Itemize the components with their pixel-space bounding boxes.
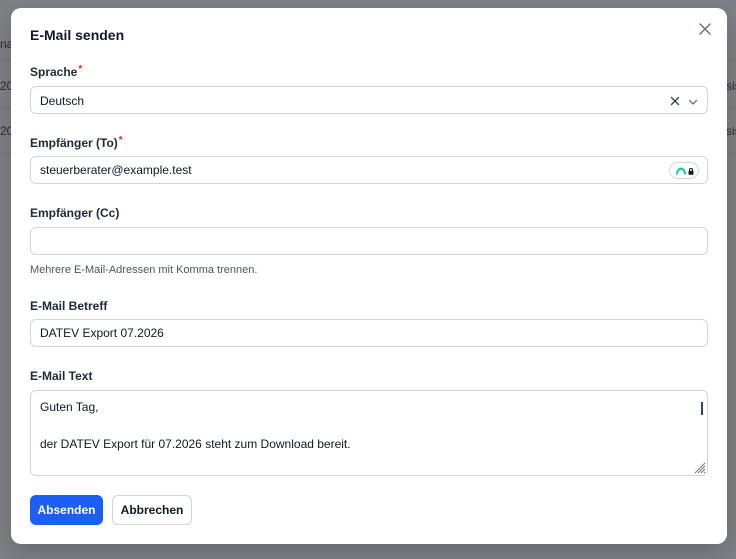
cc-hint: Mehrere E-Mail-Adressen mit Komma trenne… xyxy=(30,264,258,276)
language-label-text: Sprache xyxy=(30,65,78,79)
close-button[interactable] xyxy=(697,21,713,37)
send-button[interactable]: Absenden xyxy=(30,495,103,525)
clear-icon xyxy=(670,96,680,106)
subject-label: E-Mail Betreff xyxy=(30,299,108,313)
textarea-scrollbar[interactable] xyxy=(701,402,703,415)
required-marker: * xyxy=(78,64,83,75)
subject-field[interactable] xyxy=(30,319,708,347)
cc-input[interactable] xyxy=(31,228,707,254)
background-cell-fragment: sis xyxy=(726,79,736,93)
password-manager-button[interactable] xyxy=(669,162,699,179)
to-label: Empfänger (To)* xyxy=(30,135,123,150)
body-line: Guten Tag, xyxy=(40,400,99,414)
close-icon xyxy=(699,23,711,35)
clear-language-button[interactable] xyxy=(669,94,681,106)
body-textarea[interactable]: Guten Tag, der DATEV Export für 07.2026 … xyxy=(30,390,708,476)
cc-label: Empfänger (Cc) xyxy=(30,206,120,220)
password-manager-icon xyxy=(676,167,694,175)
body-line: der DATEV Export für 07.2026 steht zum D… xyxy=(40,437,351,451)
to-label-text: Empfänger (To) xyxy=(30,136,118,150)
chevron-down-icon xyxy=(688,99,698,105)
send-email-dialog: E-Mail senden Sprache* Deutsch Empfänger… xyxy=(11,8,727,544)
dialog-title: E-Mail senden xyxy=(30,27,125,43)
background-cell-fragment: sis xyxy=(726,124,736,138)
required-marker: * xyxy=(118,135,123,146)
subject-input[interactable] xyxy=(31,320,707,346)
textarea-resize-handle[interactable] xyxy=(692,460,706,474)
language-label: Sprache* xyxy=(30,64,83,79)
language-select[interactable]: Deutsch xyxy=(30,86,708,114)
cancel-button[interactable]: Abbrechen xyxy=(112,495,192,525)
resize-handle-icon xyxy=(694,462,706,474)
to-input[interactable] xyxy=(31,157,707,183)
to-field[interactable] xyxy=(30,156,708,184)
language-dropdown-toggle[interactable] xyxy=(687,95,699,107)
language-select-value: Deutsch xyxy=(40,94,85,108)
body-label: E-Mail Text xyxy=(30,369,93,383)
cc-field[interactable] xyxy=(30,227,708,255)
